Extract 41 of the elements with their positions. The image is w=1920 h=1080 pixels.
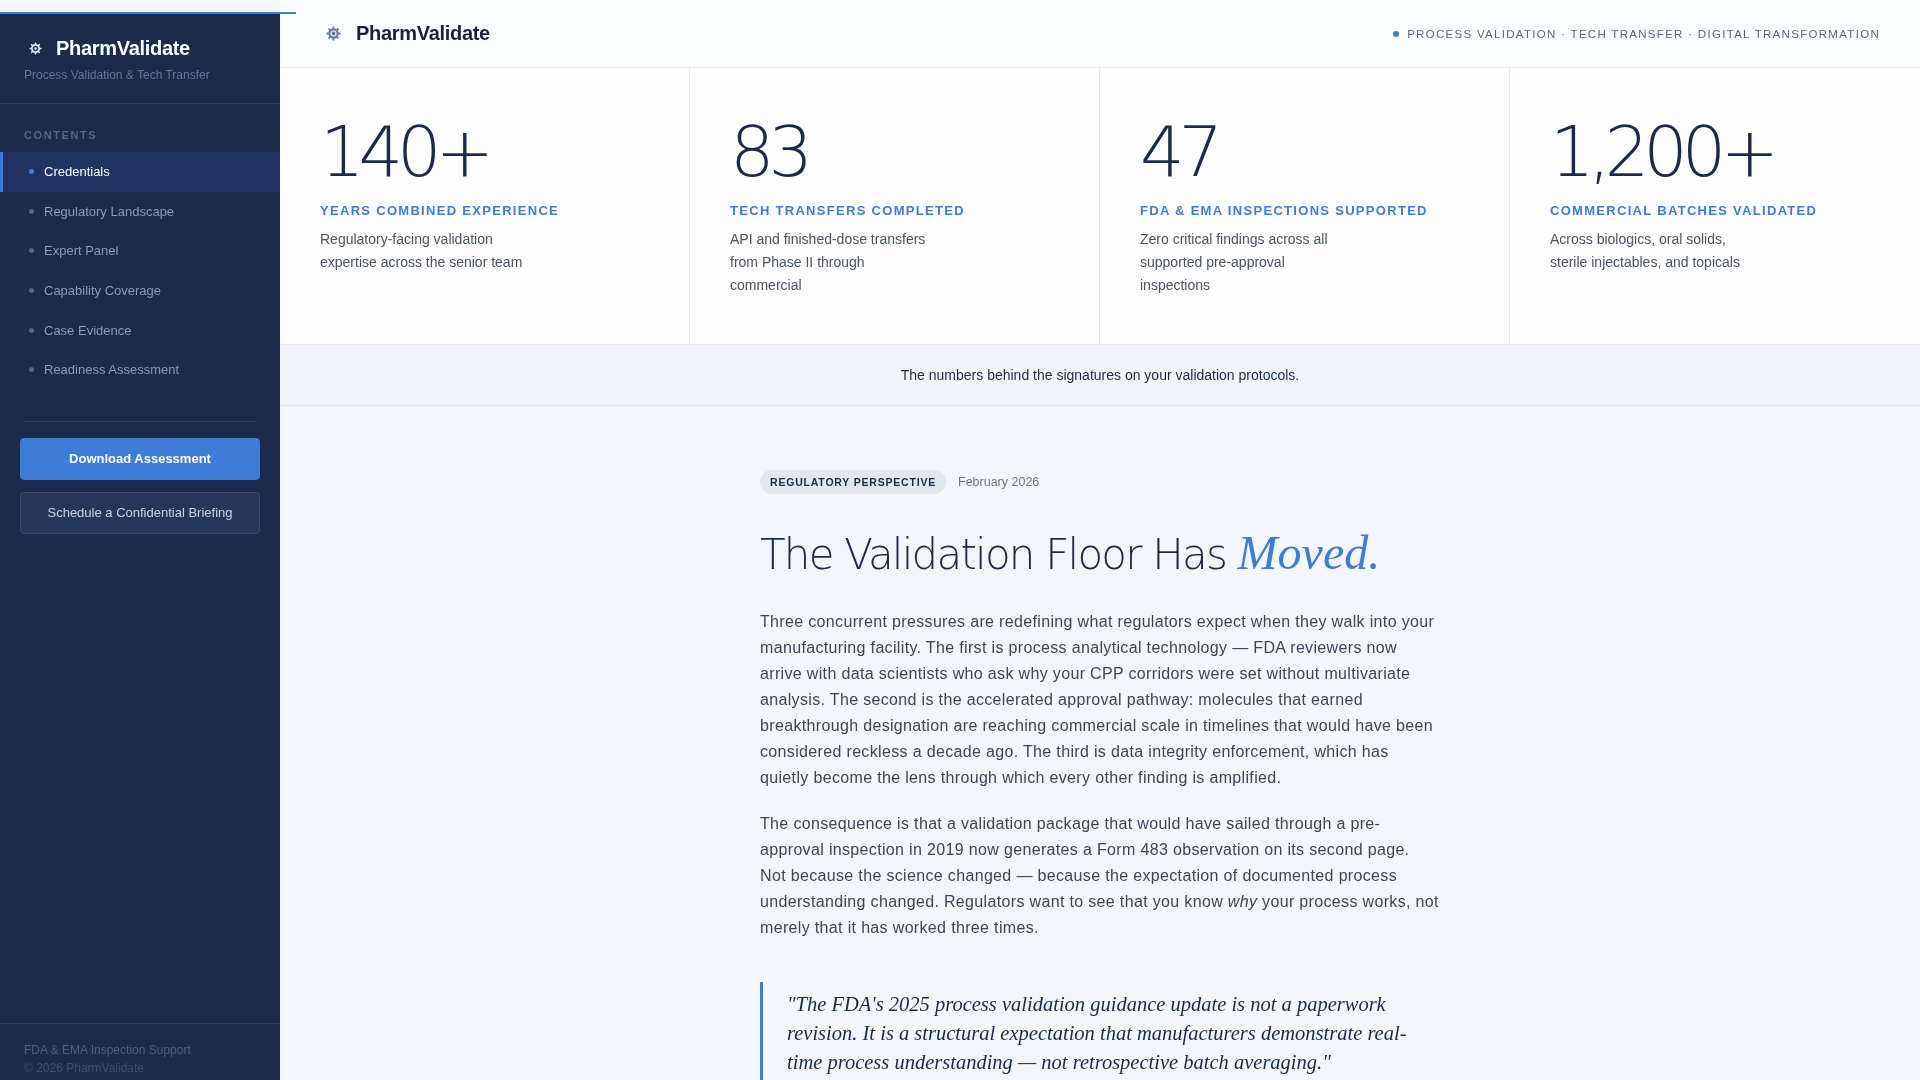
article-paragraph: Three concurrent pressures are redefining what regulators expect when they walk into your manufacturing facility. The first is process analytical technology — FDA reviewers now arrive with data scientists who ask why your CPP corridors were set without multivariate analysis. The second is the accelerated approval pathway: molecules that earned breakthrough designation are reaching commercial scale in timelines that would have been considered reckless a decade ago. The third is data integrity enforcement, which has quietly become the lens through which every other finding is amplified.: [760, 612, 1436, 788]
section-heading: CONTENTS: [24, 128, 99, 142]
bullet-icon: [29, 288, 34, 294]
bullet-icon: [29, 248, 34, 254]
bullet-icon: [29, 367, 34, 373]
dot-icon: [1393, 30, 1400, 37]
stat-description: Regulatory-facing validation expertise across the senior team: [320, 230, 524, 272]
stat-value: 83: [730, 117, 808, 187]
pull-quote: "The FDA's 2025 process validation guidance update is not a paperwork revision. It is a structural expectation that manufacturers demonstrate real-time process understanding — not retrospective batch averaging.": [760, 982, 1440, 1080]
stat-description: Across biologics, oral solids, sterile injectables, and topicals: [1550, 230, 1741, 272]
cog-icon: [29, 41, 42, 55]
stat-description: Zero critical findings across all supported pre-approval inspections: [1140, 230, 1329, 295]
stat-label: COMMERCIAL BATCHES VALIDATED: [1550, 202, 1818, 220]
sidebar-item[interactable]: Capability Coverage: [0, 270, 280, 311]
brand-tagline: Process Validation & Tech Transfer: [24, 67, 211, 83]
stat-value: 1,200+: [1550, 117, 1774, 187]
cog-icon: [326, 26, 341, 41]
sidebar-item[interactable]: Regulatory Landscape: [0, 191, 280, 232]
stat-label: TECH TRANSFERS COMPLETED: [730, 202, 965, 220]
brand-name: PharmValidate: [356, 22, 490, 45]
stat-label: FDA & EMA INSPECTIONS SUPPORTED: [1140, 202, 1428, 220]
tagline: PROCESS VALIDATION · TECH TRANSFER · DIGITAL TRANSFORMATION: [1407, 27, 1880, 40]
category-tag: REGULATORY PERSPECTIVE: [760, 470, 946, 494]
article-headline: The Validation Floor Has Moved.: [760, 525, 1381, 581]
sidebar-item[interactable]: Credentials: [0, 152, 280, 192]
brand-name: PharmValidate: [56, 36, 190, 60]
article-date: February 2026: [958, 475, 1040, 489]
bullet-icon: [29, 208, 34, 214]
download-button[interactable]: Download Assessment: [20, 437, 260, 480]
briefing-button[interactable]: Schedule a Confidential Briefing: [20, 491, 260, 534]
stat-value: 140+: [320, 117, 489, 187]
caption-text: The numbers behind the signatures on your validation protocols.: [900, 367, 1300, 383]
stat-value: 47: [1140, 117, 1218, 187]
article-paragraph: The consequence is that a validation package that would have sailed through a pre-approval inspection in 2019 now generates a Form 483 observation on its second page. Not because the science changed — because the expectation of documented process understanding changed. Regulators want to see that you know why your process works, not merely that it has worked three times.: [760, 814, 1440, 938]
sidebar-item[interactable]: Readiness Assessment: [0, 349, 280, 390]
sidebar-item[interactable]: Case Evidence: [0, 310, 280, 350]
stat-description: API and finished-dose transfers from Phase II through commercial: [730, 230, 927, 295]
bullet-icon: [29, 169, 34, 175]
sidebar-item[interactable]: Expert Panel: [0, 231, 280, 271]
bullet-icon: [29, 327, 34, 333]
stat-label: YEARS COMBINED EXPERIENCE: [320, 202, 560, 220]
